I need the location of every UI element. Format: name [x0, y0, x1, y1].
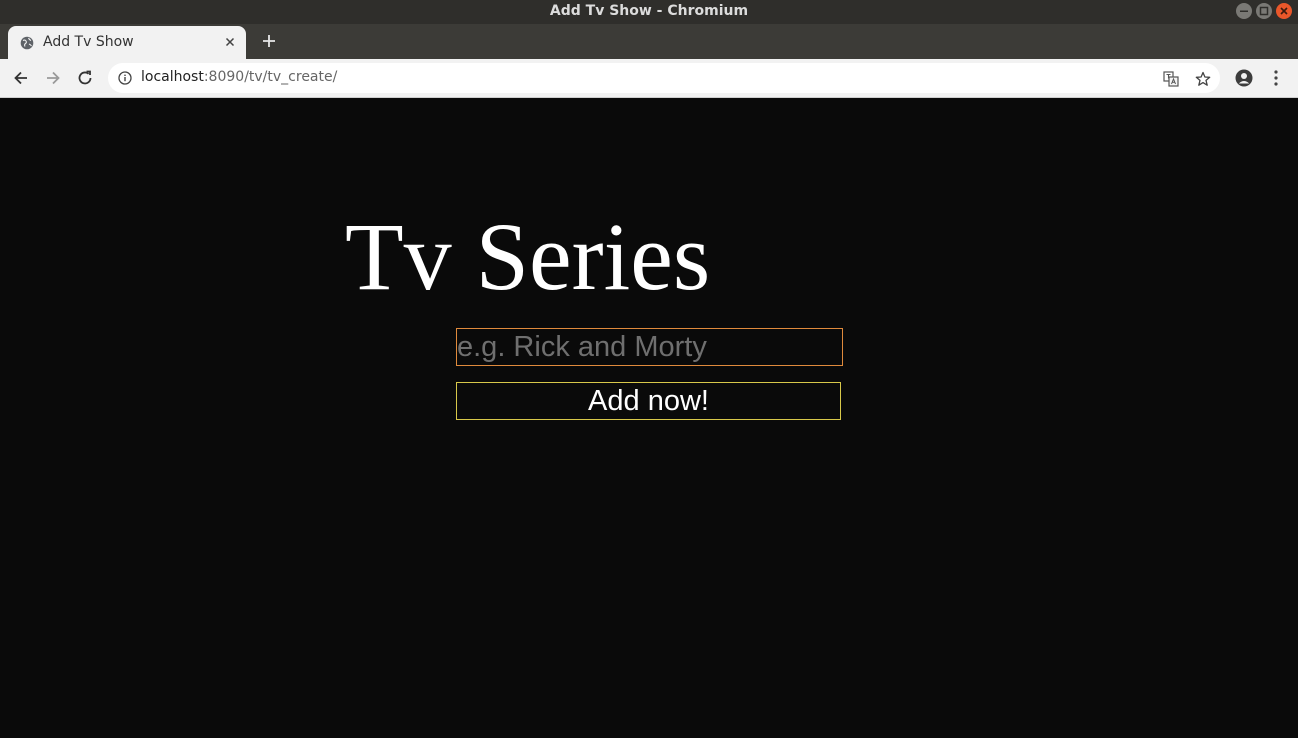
account-button[interactable]	[1234, 68, 1254, 88]
close-tab-button[interactable]	[222, 34, 238, 50]
translate-button[interactable]	[1162, 70, 1180, 88]
window-title: Add Tv Show - Chromium	[549, 3, 749, 19]
reload-button[interactable]	[73, 66, 97, 90]
close-icon	[1280, 7, 1288, 15]
new-tab-button[interactable]	[258, 30, 280, 52]
back-icon	[14, 71, 27, 85]
menu-button[interactable]	[1266, 68, 1286, 88]
star-icon	[1195, 71, 1211, 86]
reload-icon	[78, 70, 92, 85]
page-title: Tv Series	[345, 203, 711, 310]
back-button[interactable]	[9, 66, 33, 90]
maximize-icon	[1259, 6, 1269, 16]
tab-strip: Add Tv Show	[0, 24, 1298, 59]
window-titlebar: Add Tv Show - Chromium	[0, 0, 1298, 24]
minimize-button[interactable]	[1236, 3, 1252, 19]
menu-icon	[1274, 70, 1278, 86]
address-bar[interactable]: localhost:8090/tv/tv_create/	[108, 63, 1220, 93]
close-icon	[225, 37, 235, 47]
forward-button[interactable]	[41, 66, 65, 90]
browser-toolbar: localhost:8090/tv/tv_create/	[0, 59, 1298, 98]
add-now-button[interactable]: Add now!	[456, 382, 841, 420]
tab-add-tv-show[interactable]: Add Tv Show	[8, 26, 246, 59]
account-icon	[1235, 69, 1253, 87]
tv-show-name-input[interactable]	[456, 328, 843, 366]
browser-window: Add Tv Show - Chromium Add Tv Show local…	[0, 0, 1298, 738]
url-text[interactable]: localhost:8090/tv/tv_create/	[141, 69, 337, 85]
url-host: localhost	[141, 69, 204, 85]
page-content: Tv Series Add now!	[0, 98, 1298, 738]
globe-icon	[20, 36, 34, 50]
forward-icon	[47, 71, 60, 85]
url-path: :8090/tv/tv_create/	[203, 69, 338, 85]
minimize-icon	[1240, 10, 1248, 12]
tab-title: Add Tv Show	[43, 34, 134, 50]
plus-icon	[263, 35, 275, 47]
maximize-button[interactable]	[1256, 3, 1272, 19]
window-controls	[1236, 3, 1292, 19]
translate-icon	[1163, 71, 1179, 87]
info-icon[interactable]	[118, 71, 132, 85]
close-window-button[interactable]	[1276, 3, 1292, 19]
bookmark-button[interactable]	[1194, 70, 1212, 88]
